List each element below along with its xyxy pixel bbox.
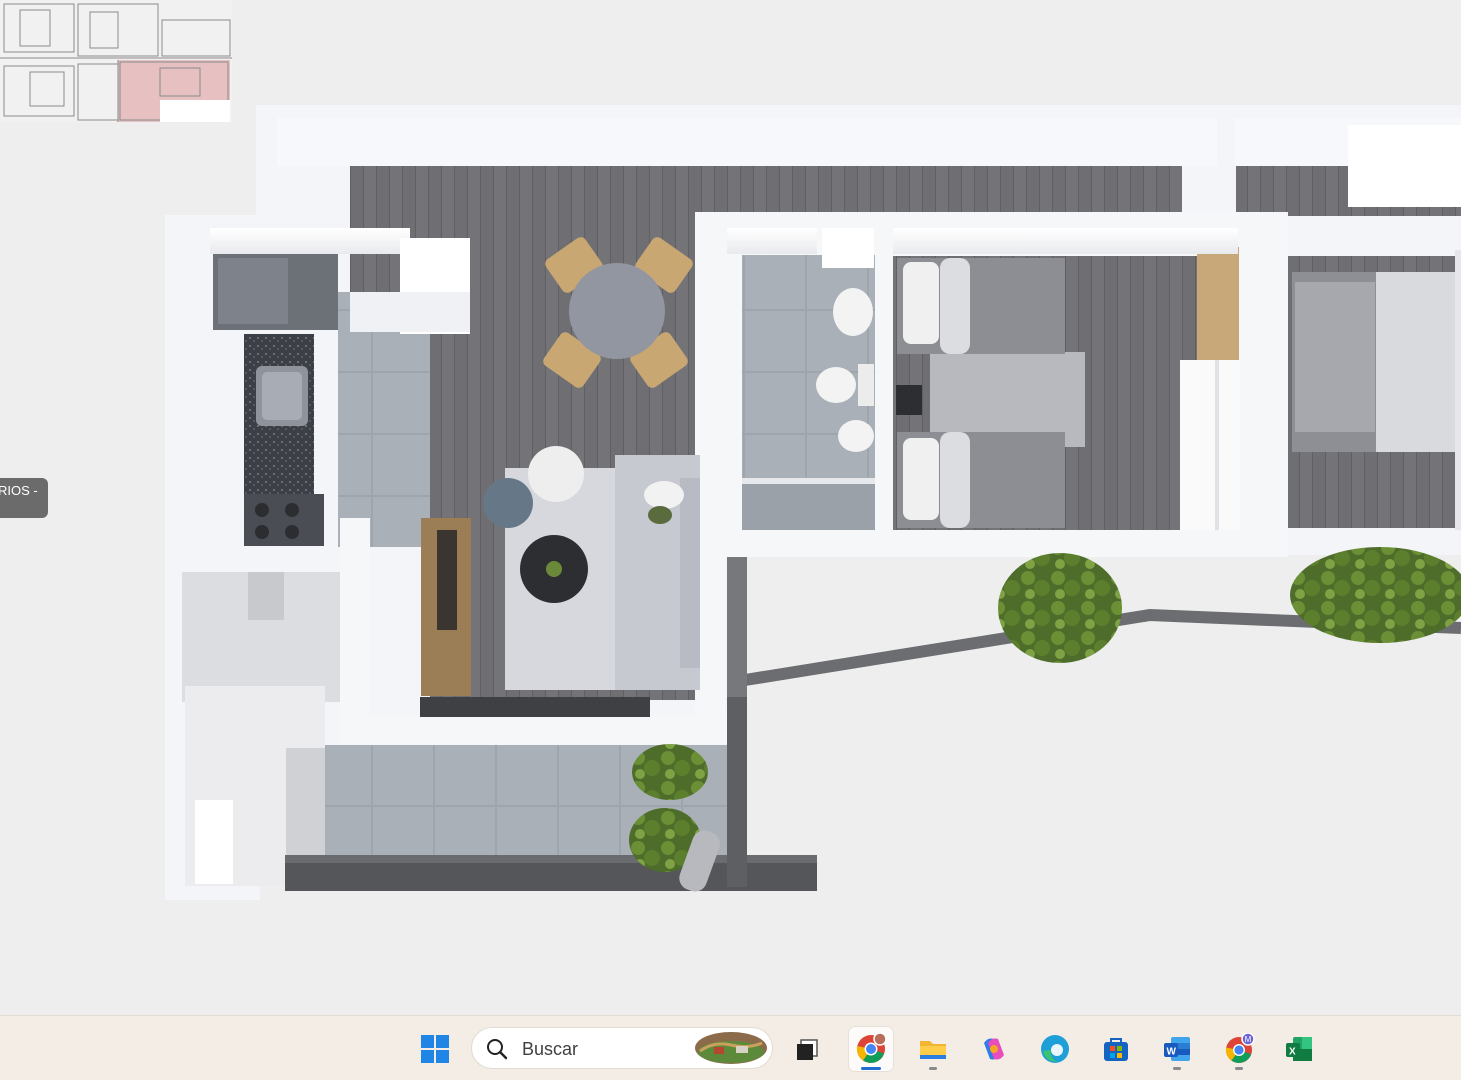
svg-text:M: M [1245, 1035, 1252, 1044]
microsoft-store-button[interactable] [1094, 1027, 1138, 1071]
running-indicator [1173, 1067, 1181, 1070]
chrome-button[interactable] [849, 1027, 893, 1071]
edge-icon [1041, 1035, 1069, 1063]
building-minimap[interactable] [0, 0, 232, 122]
file-explorer-button[interactable] [911, 1027, 955, 1071]
search-input[interactable] [520, 1036, 694, 1062]
copilot-icon [984, 1038, 1004, 1060]
edge-button[interactable] [1033, 1027, 1077, 1071]
task-view-button[interactable] [785, 1027, 829, 1071]
chrome-profile-button[interactable]: M [1217, 1027, 1261, 1071]
word-button[interactable]: W [1155, 1027, 1199, 1071]
svg-text:X: X [1289, 1047, 1296, 1058]
floorplan-render [165, 105, 1461, 900]
chrome-icon: M [1225, 1033, 1255, 1063]
windows-logo-icon [421, 1035, 449, 1063]
excel-button[interactable]: X [1277, 1027, 1321, 1071]
svg-text:W: W [1167, 1047, 1177, 1058]
copilot-button[interactable] [972, 1027, 1016, 1071]
running-indicator [861, 1067, 881, 1070]
excel-icon: X [1286, 1037, 1312, 1061]
store-icon [1104, 1038, 1128, 1061]
word-icon: W [1164, 1037, 1190, 1061]
taskbar-search[interactable] [471, 1027, 773, 1069]
running-indicator [1235, 1067, 1243, 1070]
side-panel-tab[interactable]: RIOS - [0, 478, 48, 518]
floorplan-viewer: RIOS - [0, 0, 1461, 1015]
search-icon [487, 1039, 508, 1060]
task-view-icon [797, 1039, 818, 1060]
side-panel-tab-label: RIOS - [0, 483, 38, 498]
running-indicator [929, 1067, 937, 1070]
start-button[interactable] [413, 1027, 457, 1071]
chrome-icon [856, 1033, 887, 1063]
folder-icon [920, 1041, 946, 1059]
search-highlight-image [695, 1032, 767, 1064]
